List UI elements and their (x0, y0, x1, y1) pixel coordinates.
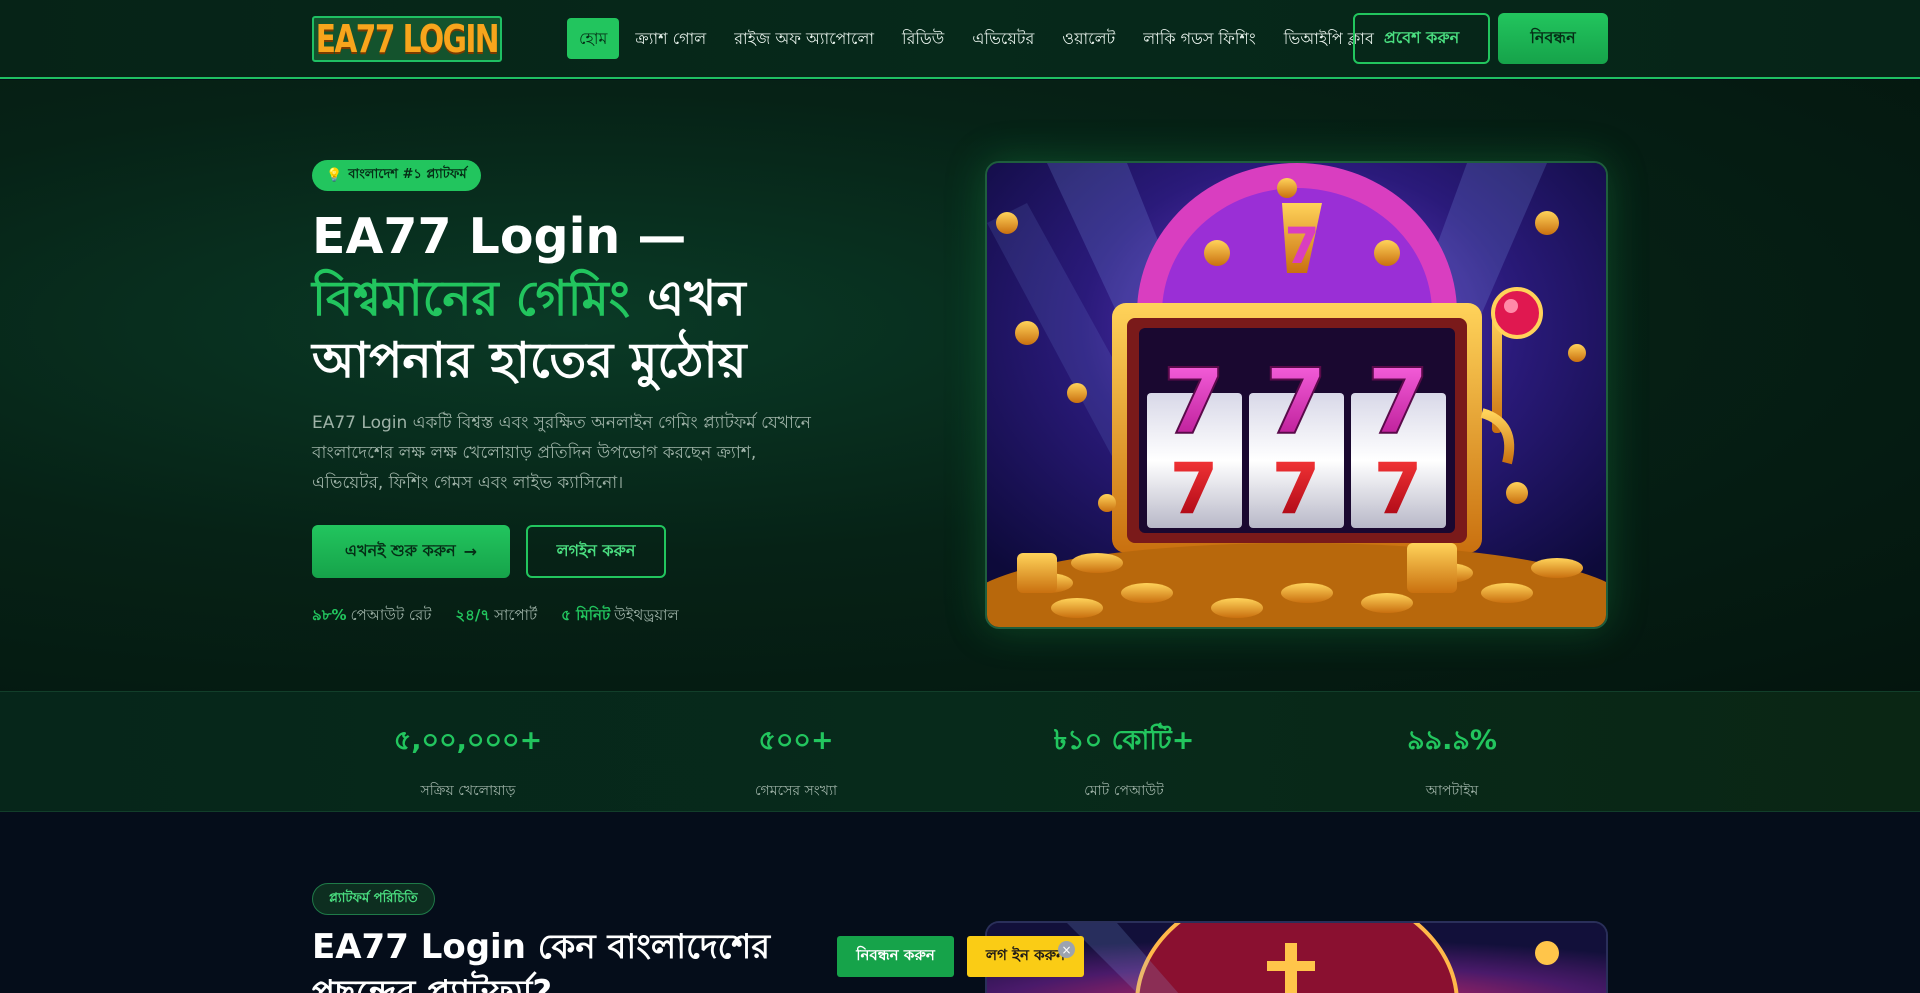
hero-login-button[interactable]: লগইন করুন (526, 525, 666, 578)
mini-stat-label: সাপোর্ট (494, 606, 538, 624)
nav-item-aviator[interactable]: এভিয়েটর (960, 18, 1046, 59)
start-now-button[interactable]: এখনই শুরু করুন → (312, 525, 510, 578)
close-icon[interactable]: × (1058, 941, 1075, 958)
platform-intro-section (0, 812, 1920, 993)
stat-label: আপটাইম (1425, 783, 1479, 799)
mini-stat-label: উইথড্রয়াল (614, 606, 679, 624)
hero-mini-stats: ৯৮% পেআউট রেট ২৪/৭ সাপোর্ট ৫ মিনিট উইথড্রয়… (312, 604, 679, 629)
nav-item-rise-of-apollo[interactable]: রাইজ অফ অ্যাপোলো (722, 18, 886, 59)
site-header: EA77 LOGIN হোম ক্র্যাশ গোল রাইজ অফ অ্যাপ… (0, 0, 1920, 79)
hero-badge-label: বাংলাদেশ #১ প্ল্যাটফর্ম (348, 167, 467, 182)
header-register-button[interactable]: নিবন্ধন (1498, 13, 1608, 64)
header-login-button[interactable]: প্রবেশ করুন (1353, 13, 1490, 64)
stat-label: মোট পেআউট (1084, 783, 1164, 799)
mini-stat-value: ২৪/৭ (455, 606, 491, 624)
floating-register-button[interactable]: নিবন্ধন করুন (837, 936, 954, 977)
stat-active-players: ৫,০০,০০০+ সক্রিয় খেলোয়াড় (318, 720, 618, 803)
svg-text:7: 7 (1367, 350, 1430, 455)
stat-value: ৫০০+ (758, 725, 834, 756)
stat-value: ৯৯.৯% (1407, 725, 1497, 756)
platform-intro-title: EA77 Login কেন বাংলাদেশের পছন্দের প্ল্যা… (312, 927, 771, 993)
nav-item-home[interactable]: হোম (567, 18, 620, 59)
hero-title-accent: বিশ্বমানের গেমিং (312, 270, 630, 327)
stat-total-payout: ৳১০ কোটি+ মোট পেআউট (974, 720, 1274, 803)
nav-item-lucky-gods-fishing[interactable]: লাকি গডস ফিশিং (1131, 18, 1268, 59)
nav-item-crash-goal[interactable]: ক্র্যাশ গোল (623, 18, 718, 59)
stat-label: গেমসের সংখ্যা (754, 783, 838, 799)
mini-stat-payout: ৯৮% পেআউট রেট (312, 604, 431, 629)
stat-games-count: ৫০০+ গেমসের সংখ্যা (646, 720, 946, 803)
mini-stat-value: ৯৮% (312, 606, 347, 624)
main-nav: হোম ক্র্যাশ গোল রাইজ অফ অ্যাপোলো রিডিউ এ… (567, 18, 1390, 59)
start-now-label: এখনই শুরু করুন (344, 541, 456, 560)
svg-text:7: 7 (1163, 350, 1226, 455)
arrow-right-icon: → (463, 542, 478, 561)
hero-description: EA77 Login একটি বিশ্বস্ত এবং সুরক্ষিত অন… (312, 413, 811, 493)
nav-item-review[interactable]: রিডিউ (890, 18, 956, 59)
nav-item-wallet[interactable]: ওয়ালেট (1050, 18, 1127, 59)
svg-text:7: 7 (1265, 350, 1328, 455)
hero-section (0, 80, 1920, 691)
stats-strip: ৫,০০,০০০+ সক্রিয় খেলোয়াড় ৫০০+ গেমসের … (0, 691, 1920, 812)
hero-badge: 💡 বাংলাদেশ #১ প্ল্যাটফর্ম (312, 160, 481, 191)
svg-text:7: 7 (1170, 448, 1219, 530)
platform-intro-badge: প্ল্যাটফর্ম পরিচিতি (312, 883, 435, 915)
svg-text:7: 7 (1285, 217, 1320, 275)
svg-text:7: 7 (1272, 448, 1321, 530)
stat-uptime: ৯৯.৯% আপটাইম (1302, 720, 1602, 803)
lightbulb-icon: 💡 (326, 168, 343, 183)
hero-title: EA77 Login — বিশ্বমানের গেমিং এখন আপনার … (312, 206, 872, 392)
stat-value: ৫,০০,০০০+ (393, 725, 543, 756)
svg-text:7: 7 (1374, 448, 1423, 530)
slot-machine-illustration: 7 7 7 7 7 7 7 (987, 163, 1606, 627)
site-logo[interactable]: EA77 LOGIN (312, 16, 502, 62)
stat-value: ৳১০ কোটি+ (1053, 725, 1195, 756)
mini-stat-label: পেআউট রেট (350, 606, 432, 624)
mini-stat-withdrawal: ৫ মিনিট উইথড্রয়াল (561, 604, 679, 629)
stat-label: সক্রিয় খেলোয়াড় (420, 783, 516, 799)
mini-stat-support: ২৪/৭ সাপোর্ট (455, 604, 537, 629)
mini-stat-value: ৫ মিনিট (561, 606, 611, 624)
hero-title-part1: EA77 Login — (312, 208, 687, 265)
logo-text: EA77 LOGIN (315, 17, 500, 61)
slot-machine-image: 7 7 7 7 7 7 7 (985, 161, 1608, 629)
